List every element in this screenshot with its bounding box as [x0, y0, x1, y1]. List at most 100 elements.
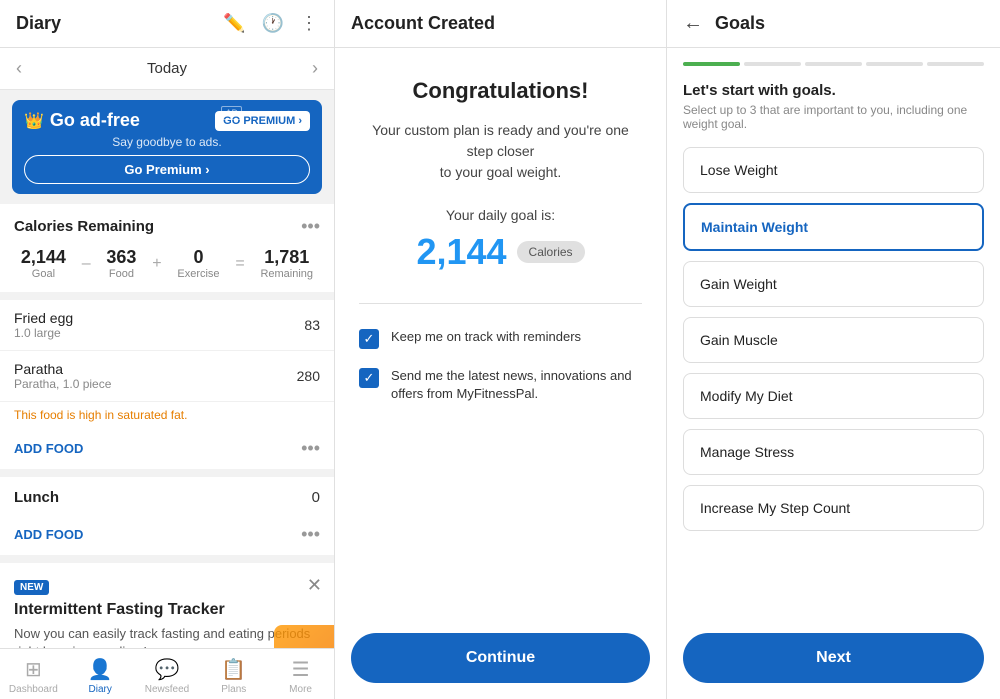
goal-modify-diet[interactable]: Modify My Diet [683, 373, 984, 419]
continue-button[interactable]: Continue [351, 633, 650, 683]
goal-gain-muscle[interactable]: Gain Muscle [683, 317, 984, 363]
account-created-panel: Account Created Congratulations! Your cu… [334, 0, 667, 699]
goal-calories: 2,144 [21, 247, 66, 268]
food-name: Fried egg [14, 310, 73, 326]
news-checkbox[interactable]: ✓ [359, 368, 379, 388]
goal-lose-weight[interactable]: Lose Weight [683, 147, 984, 193]
add-food-row-lunch: ADD FOOD ••• [0, 514, 334, 555]
next-day-button[interactable]: › [312, 58, 318, 79]
goals-header: ← Goals [667, 0, 1000, 48]
diary-scroll-content: 👑 Go ad-free AD GO PREMIUM › Say goodbye… [0, 90, 334, 648]
reminder-label: Keep me on track with reminders [391, 328, 581, 346]
crown-icon: 👑 [24, 111, 44, 131]
fasting-title: Intermittent Fasting Tracker [14, 601, 320, 619]
divider [359, 303, 642, 304]
goal-increase-step-count[interactable]: Increase My Step Count [683, 485, 984, 531]
diary-day-nav: ‹ Today › [0, 48, 334, 90]
food-label: Food [106, 268, 136, 280]
close-fasting-card-button[interactable]: ✕ [307, 575, 322, 596]
daily-goal-label: Your daily goal is: [446, 207, 555, 223]
goals-panel: ← Goals Let's start with goals. Select u… [667, 0, 1000, 699]
food-detail: 1.0 large [14, 326, 73, 340]
account-title: Account Created [351, 13, 650, 34]
fasting-tracker-card: ✕ NEW Intermittent Fasting Tracker Now y… [0, 563, 334, 648]
news-checkbox-row: ✓ Send me the latest news, innovations a… [359, 367, 642, 403]
food-detail: Paratha, 1.0 piece [14, 377, 111, 391]
current-day-label: Today [147, 60, 187, 77]
calories-badge: Calories [517, 241, 585, 263]
lunch-calories: 0 [312, 489, 320, 506]
reminder-checkbox[interactable]: ✓ [359, 329, 379, 349]
congrats-title: Congratulations! [413, 78, 589, 104]
plans-icon: 📋 [221, 657, 246, 682]
reminder-checkbox-row: ✓ Keep me on track with reminders [359, 328, 642, 349]
goals-content: Let's start with goals. Select up to 3 t… [667, 66, 1000, 633]
diary-nav-label: Diary [89, 684, 112, 695]
new-badge: NEW [14, 580, 49, 595]
edit-icon[interactable]: ✏️ [223, 13, 245, 34]
nav-newsfeed[interactable]: 💬 Newsfeed [142, 657, 192, 695]
account-content: Congratulations! Your custom plan is rea… [335, 48, 666, 633]
premium-banner: 👑 Go ad-free AD GO PREMIUM › Say goodbye… [12, 100, 322, 194]
history-icon[interactable]: 🕐 [262, 13, 284, 34]
remaining-calories: 1,781 [260, 247, 313, 268]
breakfast-section: Fried egg 1.0 large 83 Paratha Paratha, … [0, 300, 334, 469]
add-food-row-breakfast: ADD FOOD ••• [0, 428, 334, 469]
calories-number: 2,144 [416, 231, 506, 273]
fasting-graphic [274, 625, 334, 648]
goal-label: Goal [21, 268, 66, 280]
congrats-desc: Your custom plan is ready and you're one… [359, 120, 642, 183]
dashboard-label: Dashboard [9, 684, 58, 695]
newsfeed-icon: 💬 [155, 657, 180, 682]
food-item-fried-egg[interactable]: Fried egg 1.0 large 83 [0, 300, 334, 351]
lunch-label: Lunch [14, 489, 59, 506]
nav-diary[interactable]: 👤 Diary [75, 657, 125, 695]
exercise-calories: 0 [177, 247, 219, 268]
food-calories-value: 280 [297, 368, 320, 384]
dashboard-icon: ⊞ [25, 657, 42, 682]
lunch-section: Lunch 0 ADD FOOD ••• [0, 477, 334, 555]
account-header: Account Created [335, 0, 666, 48]
exercise-label: Exercise [177, 268, 219, 280]
more-label: More [289, 684, 312, 695]
calories-more-button[interactable]: ••• [301, 216, 320, 237]
minus-operator: – [82, 255, 91, 273]
premium-subtitle: Say goodbye to ads. [24, 135, 310, 149]
go-premium-outline-button[interactable]: Go Premium › [24, 155, 310, 184]
calories-section: Calories Remaining ••• 2,144 Goal – 363 … [0, 204, 334, 292]
lunch-more-button[interactable]: ••• [301, 524, 320, 545]
add-food-button[interactable]: ADD FOOD [14, 441, 83, 456]
nav-more[interactable]: ☰ More [276, 657, 326, 695]
goals-title: Goals [715, 13, 765, 34]
remaining-label: Remaining [260, 268, 313, 280]
plus-operator: + [152, 255, 161, 273]
calories-display: 2,144 Calories [416, 231, 584, 273]
nav-dashboard[interactable]: ⊞ Dashboard [8, 657, 58, 695]
bottom-navigation: ⊞ Dashboard 👤 Diary 💬 Newsfeed 📋 Plans ☰… [0, 648, 334, 699]
food-calories: 363 [106, 247, 136, 268]
newsfeed-label: Newsfeed [145, 684, 189, 695]
food-item-paratha[interactable]: Paratha Paratha, 1.0 piece 280 [0, 351, 334, 402]
calories-title: Calories Remaining [14, 218, 154, 235]
food-more-button[interactable]: ••• [301, 438, 320, 459]
back-button[interactable]: ← [683, 12, 703, 35]
goal-manage-stress[interactable]: Manage Stress [683, 429, 984, 475]
diary-nav-icon: 👤 [88, 657, 113, 682]
premium-title: Go ad-free [50, 110, 215, 131]
diary-header: Diary ✏️ 🕐 ⋮ [0, 0, 334, 48]
diary-panel: Diary ✏️ 🕐 ⋮ ‹ Today › 👑 Go ad-free AD G… [0, 0, 334, 699]
saturated-fat-warning: This food is high in saturated fat. [0, 402, 334, 428]
goals-instruction-desc: Select up to 3 that are important to you… [683, 103, 984, 131]
add-food-lunch-button[interactable]: ADD FOOD [14, 527, 83, 542]
next-button[interactable]: Next [683, 633, 984, 683]
goal-gain-weight[interactable]: Gain Weight [683, 261, 984, 307]
equals-operator: = [235, 255, 244, 273]
goal-maintain-weight[interactable]: Maintain Weight [683, 203, 984, 251]
goals-instruction-title: Let's start with goals. [683, 82, 984, 99]
food-name: Paratha [14, 361, 111, 377]
nav-plans[interactable]: 📋 Plans [209, 657, 259, 695]
more-icon[interactable]: ⋮ [300, 13, 318, 34]
plans-label: Plans [221, 684, 246, 695]
prev-day-button[interactable]: ‹ [16, 58, 22, 79]
news-label: Send me the latest news, innovations and… [391, 367, 642, 403]
